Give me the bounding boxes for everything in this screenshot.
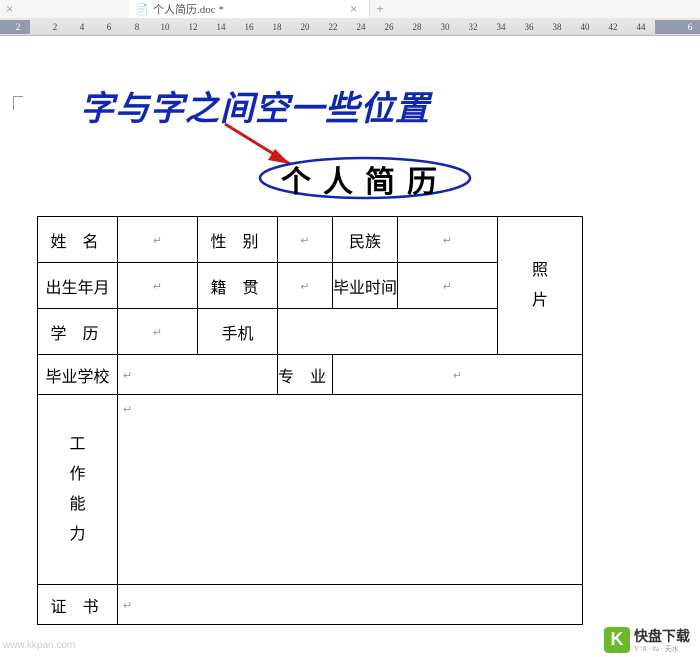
ruler-tick: 28 [407, 22, 427, 32]
new-tab-button[interactable]: + [370, 1, 389, 17]
ruler-tick: 42 [603, 22, 623, 32]
table-row: 毕业学校 ↵ 专 业 ↵ [38, 355, 583, 395]
label-gender: 性 别 [198, 217, 278, 263]
ruler-tick: 8 [127, 22, 147, 32]
cell-school-value[interactable]: ↵ [118, 355, 278, 395]
ruler-tick: 32 [463, 22, 483, 32]
cell-gradtime-value[interactable]: ↵ [398, 263, 498, 309]
ruler-tick: 36 [519, 22, 539, 32]
label-name: 姓 名 [38, 217, 118, 263]
label-work-ability: 工 作 能 力 [38, 395, 118, 585]
cell-origin-value[interactable]: ↵ [278, 263, 333, 309]
cell-phone-value[interactable] [278, 309, 498, 355]
label-cert: 证 书 [38, 585, 118, 625]
ruler-tick: 4 [72, 22, 92, 32]
brand-logo: K 快盘下载 V=8 · #a · 无水 [604, 626, 690, 653]
document-title-wrap: 个人简历 [255, 156, 475, 201]
tab-title: 个人简历.doc * [153, 1, 224, 17]
tab-close-icon[interactable]: × [344, 1, 363, 17]
table-row: 证 书 ↵ [38, 585, 583, 625]
table-row: 姓 名 ↵ 性 别 ↵ 民族 ↵ 照 片 [38, 217, 583, 263]
document-tab[interactable]: 📄 个人简历.doc * × [129, 0, 370, 18]
logo-text: 快盘下载 [634, 626, 690, 646]
document-page[interactable]: 字与字之间空一些位置 个人简历 姓 名 ↵ 性 别 ↵ 民族 ↵ 照 片 出生年… [0, 36, 700, 657]
logo-subtext: V=8 · #a · 无水 [634, 646, 690, 653]
ruler-tick: 2 [45, 22, 65, 32]
ruler-tick: 12 [183, 22, 203, 32]
label-birth: 出生年月 [38, 263, 118, 309]
ruler-tick: 44 [631, 22, 651, 32]
cell-major-value[interactable]: ↵ [333, 355, 583, 395]
cell-photo[interactable]: 照 片 [498, 217, 583, 355]
label-gradtime: 毕业时间 [333, 263, 398, 309]
label-ethnic: 民族 [333, 217, 398, 263]
ruler-tick: 40 [575, 22, 595, 32]
doc-icon: 📄 [135, 3, 149, 16]
cell-ethnic-value[interactable]: ↵ [398, 217, 498, 263]
ruler-tick: 30 [435, 22, 455, 32]
cell-name-value[interactable]: ↵ [118, 217, 198, 263]
logo-icon: K [604, 627, 630, 653]
ruler-tick: 2 [8, 22, 28, 32]
ruler-tick: 22 [323, 22, 343, 32]
ruler-tick: 18 [267, 22, 287, 32]
ruler-tick: 16 [239, 22, 259, 32]
ruler-tick: 6 [680, 22, 700, 32]
label-origin: 籍 贯 [198, 263, 278, 309]
photo-label-1: 照 [532, 263, 548, 279]
label-school: 毕业学校 [38, 355, 118, 395]
label-phone: 手机 [198, 309, 278, 355]
cell-birth-value[interactable]: ↵ [118, 263, 198, 309]
table-row: 工 作 能 力 ↵ [38, 395, 583, 585]
label-edu: 学 历 [38, 309, 118, 355]
ruler-tick: 24 [351, 22, 371, 32]
cell-edu-value[interactable]: ↵ [118, 309, 198, 355]
cell-gender-value[interactable]: ↵ [278, 217, 333, 263]
tab-bar: × 📄 个人简历.doc * × + [0, 0, 700, 18]
resume-table: 姓 名 ↵ 性 别 ↵ 民族 ↵ 照 片 出生年月 ↵ 籍 贯 ↵ 毕业时间 ↵… [37, 216, 583, 625]
photo-label-2: 片 [532, 293, 548, 309]
cell-work-ability-value[interactable]: ↵ [118, 395, 583, 585]
ruler-tick: 6 [99, 22, 119, 32]
ruler-tick: 20 [295, 22, 315, 32]
horizontal-ruler[interactable]: 2 2 4 6 8 10 12 14 16 18 20 22 24 26 28 … [0, 18, 700, 36]
cell-cert-value[interactable]: ↵ [118, 585, 583, 625]
ruler-tick: 10 [155, 22, 175, 32]
prev-tab-close[interactable]: × [0, 1, 19, 17]
page-corner-mark [13, 96, 23, 110]
ruler-tick: 38 [547, 22, 567, 32]
ruler-tick: 34 [491, 22, 511, 32]
ruler-tick: 26 [379, 22, 399, 32]
label-major: 专 业 [278, 355, 333, 395]
ruler-tick: 14 [211, 22, 231, 32]
document-title: 个人简历 [281, 157, 449, 201]
watermark-text: www.kkpan.com [3, 640, 75, 651]
